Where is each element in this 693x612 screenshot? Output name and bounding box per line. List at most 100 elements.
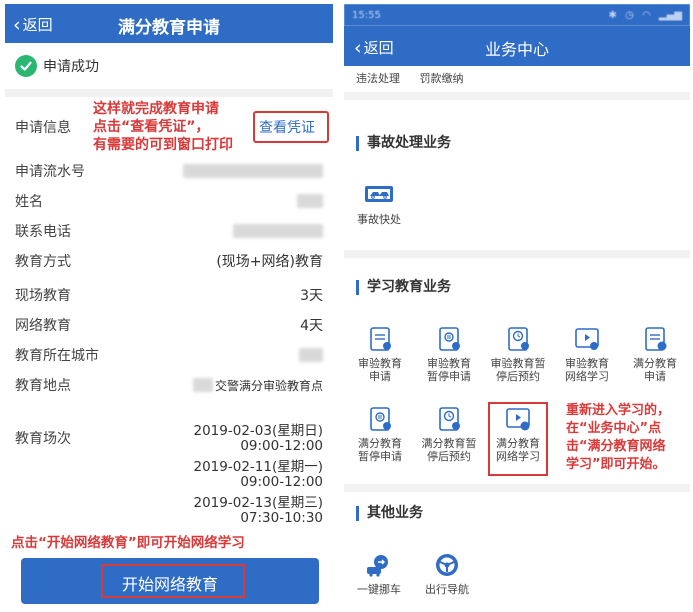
page-title: 满分教育申请 [118,18,220,38]
service-label: 网络学习 [565,370,609,383]
check-circle-icon [15,55,37,77]
right-phone-screen: 15:55 ✱ ◷ ◠ ▂▄▆ ‹ 返回 业务中心 违法处理 罚款缴纳 事故处理… [344,4,690,608]
annotation-line: 有需要的可到窗口打印 [93,137,233,153]
session-time: 09:00-12:00 [240,438,323,454]
field-row: 联系电话 [5,216,333,246]
service-label: 暂停申请 [358,450,402,463]
field-value: 4天 [300,318,323,334]
annotation-line: 重新进入学习的， [566,403,671,418]
redacted-value [299,348,323,362]
service-label: 审验教育暂 [490,357,546,370]
field-value-wrap: 交警满分审验教育点 [192,377,323,394]
service-move-car[interactable]: 一键挪车 [344,552,414,596]
success-text: 申请成功 [43,59,99,75]
field-label: 现场教育 [15,288,71,304]
section-title-accident: 事故处理业务 [356,136,451,151]
redacted-value [233,224,323,238]
fine-payment-link[interactable]: 罚款缴纳 [420,72,464,85]
service-label: 一键挪车 [357,583,401,596]
alarm-icon: ◷ [625,9,634,21]
service-label: 出行导航 [425,583,469,596]
signal-icon: ▂▄▆ [658,9,682,21]
service-label: 审验教育 [565,357,609,370]
document-icon [365,326,395,352]
video-icon [572,326,602,352]
service-audit-edu-apply[interactable]: 审验教育 申请 [345,326,415,383]
annotation-line: 学习”即可开始。 [566,457,666,472]
wifi-icon: ◠ [642,9,651,21]
field-label: 姓名 [15,194,43,210]
service-label: 审验教育 [358,357,402,370]
service-label: 申请 [369,370,391,383]
service-label: 事故快处 [357,213,401,226]
service-audit-edu-reserve[interactable]: 审验教育暂 停后预约 [483,326,553,383]
redacted-value [192,378,213,392]
divider [344,92,690,100]
service-label: 审验教育 [427,357,471,370]
field-row: 现场教育 3天 [5,280,333,310]
field-row: 姓名 [5,186,333,216]
redacted-value [183,164,323,178]
field-label: 教育地点 [15,378,71,394]
status-bar: 15:55 ✱ ◷ ◠ ▂▄▆ [344,4,690,26]
top-links: 违法处理 罚款缴纳 [356,70,480,86]
service-label: 暂停申请 [427,370,471,383]
divider [344,484,690,492]
service-label: 停后预约 [496,370,540,383]
bluetooth-icon: ✱ [608,9,617,21]
start-online-education-button[interactable]: 开始网络教育 [21,558,319,604]
document-12-icon [640,326,670,352]
session-time: 09:00-12:00 [240,474,323,490]
page-title: 业务中心 [484,40,549,59]
field-value: 3天 [300,288,323,304]
service-label: 停后预约 [427,450,471,463]
annotation-line: 这样就完成教育申请 [93,101,219,117]
success-banner: 申请成功 [5,43,333,89]
service-label: 申请 [644,370,666,383]
info-label: 申请信息 [15,120,71,136]
service-full-edu-reserve[interactable]: 满分教育暂 停后预约 [414,406,484,463]
divider [5,89,333,97]
field-row: 申请流水号 [5,156,333,186]
session-block: 2019-02-03(星期日) 09:00-12:00 [173,423,324,454]
redacted-value [297,194,323,208]
annotation-line: 在“业务中心”点 [566,421,662,436]
status-icons: ✱ ◷ ◠ ▂▄▆ [604,10,683,21]
section-title-other: 其他业务 [356,506,423,521]
left-header: ‹ 返回 满分教育申请 [5,4,333,43]
field-row: 教育地点 交警满分审验教育点 [5,370,333,400]
annotation-bottom: 点击“开始网络教育”即可开始网络学习 [11,535,245,551]
clock-doc-icon [434,406,464,432]
session-date: 2019-02-03(星期日) [193,423,324,439]
right-header: ‹ 返回 业务中心 [344,26,690,66]
service-accident-quick[interactable]: 事故快处 [344,182,414,226]
field-label: 申请流水号 [15,164,85,180]
field-label: 教育方式 [15,254,71,270]
view-voucher-link[interactable]: 查看凭证 [259,117,315,137]
session-date: 2019-02-11(星期一) [193,459,324,475]
session-block: 2019-02-13(星期三) 07:30-10:30 [173,495,324,526]
service-label: 满分教育暂 [421,437,477,450]
annotation-top: 这样就完成教育申请 点击“查看凭证”， 有需要的可到窗口打印 [93,100,233,154]
annotation-right: 重新进入学习的， 在“业务中心”点 击“满分教育网络 学习”即可开始。 [566,402,690,474]
service-audit-edu-online[interactable]: 审验教育 网络学习 [552,326,622,383]
annotation-line: 击“满分教育网络 [566,439,666,454]
field-row: 教育所在城市 [5,340,333,370]
service-full-edu-apply[interactable]: 满分教育 申请 [620,326,690,383]
move-car-icon [364,552,394,578]
pause-doc-icon [434,326,464,352]
clock-doc-icon [503,326,533,352]
service-label: 满分教育 [633,357,677,370]
session-date: 2019-02-13(星期三) [193,495,324,511]
service-navigation[interactable]: 出行导航 [412,552,482,596]
service-full-edu-pause[interactable]: 满分教育 暂停申请 [345,406,415,463]
pause-doc-icon [365,406,395,432]
sessions-label: 教育场次 [15,431,71,447]
left-phone-screen: ‹ 返回 满分教育申请 申请成功 申请信息 查看凭证 这样就完成教育申请 点击“… [5,4,333,608]
field-label: 联系电话 [15,224,71,240]
start-button-label: 开始网络教育 [121,575,218,594]
service-audit-edu-pause[interactable]: 审验教育 暂停申请 [414,326,484,383]
violation-link[interactable]: 违法处理 [356,72,400,85]
steering-wheel-icon [432,552,462,578]
service-label: 满分教育 [358,437,402,450]
